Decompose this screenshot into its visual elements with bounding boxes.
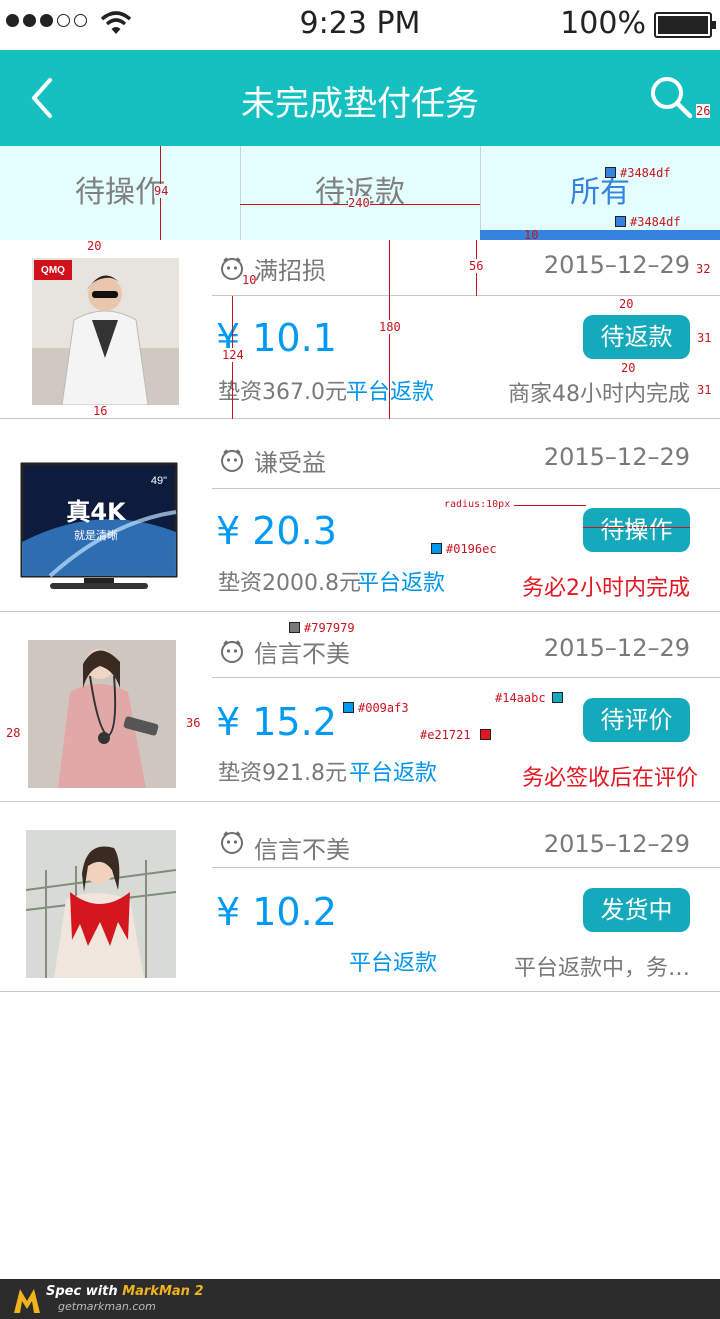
color-label: #009af3: [358, 701, 409, 715]
measure-label: 20: [621, 361, 636, 375]
color-label: #3484df: [620, 166, 671, 180]
tv-photo-icon: 49" 真4K 就是清晰: [20, 462, 178, 589]
status-button[interactable]: 待返款: [583, 315, 690, 359]
footer-url: getmarkman.com: [58, 1300, 156, 1313]
product-thumbnail: [28, 640, 176, 788]
order-header: 谦受益 2015–12–29: [212, 436, 720, 489]
markman-footer: Spec with MarkMan 2 getmarkman.com: [0, 1279, 720, 1319]
measure-label: 94: [154, 184, 169, 198]
refund-method: 平台返款: [349, 761, 438, 786]
measure-label: 10: [242, 273, 257, 287]
footer-title: Spec with MarkMan 2: [46, 1284, 204, 1299]
product-thumbnail: QMQ: [32, 258, 179, 405]
red-scarf-photo-icon: [26, 830, 176, 978]
order-date: 2015–12–29: [543, 251, 690, 279]
tab-active-indicator: [480, 230, 720, 240]
color-swatch: [615, 216, 626, 227]
order-price: ¥ 20.3: [216, 509, 337, 553]
advance-amount: 垫资367.0元: [218, 380, 347, 405]
tab-pending-action[interactable]: 待操作: [0, 146, 240, 240]
color-swatch: [289, 622, 300, 633]
order-date: 2015–12–29: [543, 443, 690, 471]
status-button[interactable]: 发货中: [583, 888, 690, 932]
measure-label: 124: [222, 348, 244, 362]
pink-dress-photo-icon: [28, 640, 176, 788]
search-icon[interactable]: [648, 74, 694, 120]
shop-name: 谦受益: [254, 449, 326, 477]
color-label: #3484df: [630, 215, 681, 229]
order-header: 满招损 2015–12–29: [212, 240, 720, 296]
color-label: #14aabc: [495, 691, 546, 705]
measure-label: 10: [524, 228, 539, 242]
shop-face-icon: [221, 831, 243, 854]
measure-label: 16: [93, 404, 108, 418]
order-date: 2015–12–29: [543, 634, 690, 662]
color-swatch: [343, 702, 354, 713]
order-row[interactable]: 信言不美 2015–12–29 ¥ 10.2 平台返款 发货中 平台返款中，务…: [0, 802, 720, 992]
advance-amount: 垫资2000.8元: [218, 571, 361, 596]
tv-slogan-big: 真4K: [66, 498, 127, 526]
refund-method: 平台返款: [357, 571, 446, 596]
measure-label: 180: [379, 320, 401, 334]
measure-label: 240: [348, 196, 370, 210]
battery-percent: 100%: [560, 6, 646, 41]
color-swatch: [552, 692, 563, 703]
status-button[interactable]: 待评价: [583, 698, 690, 742]
order-price: ¥ 10.2: [216, 890, 337, 934]
color-swatch: [480, 729, 491, 740]
measure-label: 31: [697, 383, 712, 397]
shop-face-icon: [221, 257, 243, 280]
svg-text:QMQ: QMQ: [41, 265, 65, 276]
order-note: 务必签收后在评价: [521, 766, 698, 791]
order-date: 2015–12–29: [543, 830, 690, 858]
order-row[interactable]: QMQ 满招损 2015–12–29 ¥ 10.1 垫资367.0元 平台返款 …: [0, 240, 720, 419]
measure-label: 107: [624, 520, 646, 534]
measure-line: [514, 505, 586, 506]
advance-amount: 垫资921.8元: [218, 761, 347, 786]
refund-method: 平台返款: [346, 380, 435, 405]
color-label: #e21721: [420, 728, 471, 742]
shop-face-icon: [221, 449, 243, 472]
refund-method: 平台返款: [349, 951, 438, 976]
battery-icon: [654, 12, 716, 38]
product-thumbnail: 49" 真4K 就是清晰: [20, 462, 178, 592]
shop-face-icon: [221, 640, 243, 663]
status-bar: 9:23 PM 100%: [0, 0, 720, 50]
order-row[interactable]: 49" 真4K 就是清晰 谦受益 2015–12–29 ¥ 20.3 垫资200…: [0, 419, 720, 612]
shop-name: 信言不美: [254, 836, 350, 864]
shop-name: 满招损: [254, 257, 326, 285]
tv-size-label: 49": [151, 475, 167, 487]
shop-name: 信言不美: [254, 640, 350, 668]
measure-label: 32: [696, 262, 711, 276]
tab-bar: 待操作 待返款 所有: [0, 146, 720, 240]
product-thumbnail: [26, 830, 176, 978]
order-note: 务必2小时内完成: [522, 576, 690, 601]
tab-all[interactable]: 所有: [480, 146, 720, 240]
order-note: 平台返款中，务…: [513, 956, 690, 981]
page-title: 未完成垫付任务: [241, 84, 479, 124]
measure-label: 36: [186, 716, 201, 730]
markman-logo-icon: [14, 1289, 40, 1313]
order-price: ¥ 15.2: [216, 700, 337, 744]
measure-label: 31: [697, 331, 712, 345]
color-swatch: [605, 167, 616, 178]
measure-label: 20: [87, 239, 102, 253]
tv-slogan-small: 就是清晰: [74, 528, 118, 542]
jacket-photo-icon: QMQ: [32, 258, 179, 405]
color-swatch: [431, 543, 442, 554]
measure-label: 56: [469, 259, 484, 273]
color-label: #797979: [304, 621, 355, 635]
nav-bar: 未完成垫付任务: [0, 50, 720, 146]
measure-label: 28: [6, 726, 21, 740]
color-label: #0196ec: [446, 542, 497, 556]
tab-pending-refund[interactable]: 待返款: [240, 146, 480, 240]
order-note: 商家48小时内完成: [508, 382, 690, 407]
measure-label: 20: [619, 297, 634, 311]
measure-label: 26: [696, 104, 711, 118]
order-header: 信言不美 2015–12–29: [212, 814, 720, 868]
measure-label: radius:10px: [444, 499, 511, 510]
